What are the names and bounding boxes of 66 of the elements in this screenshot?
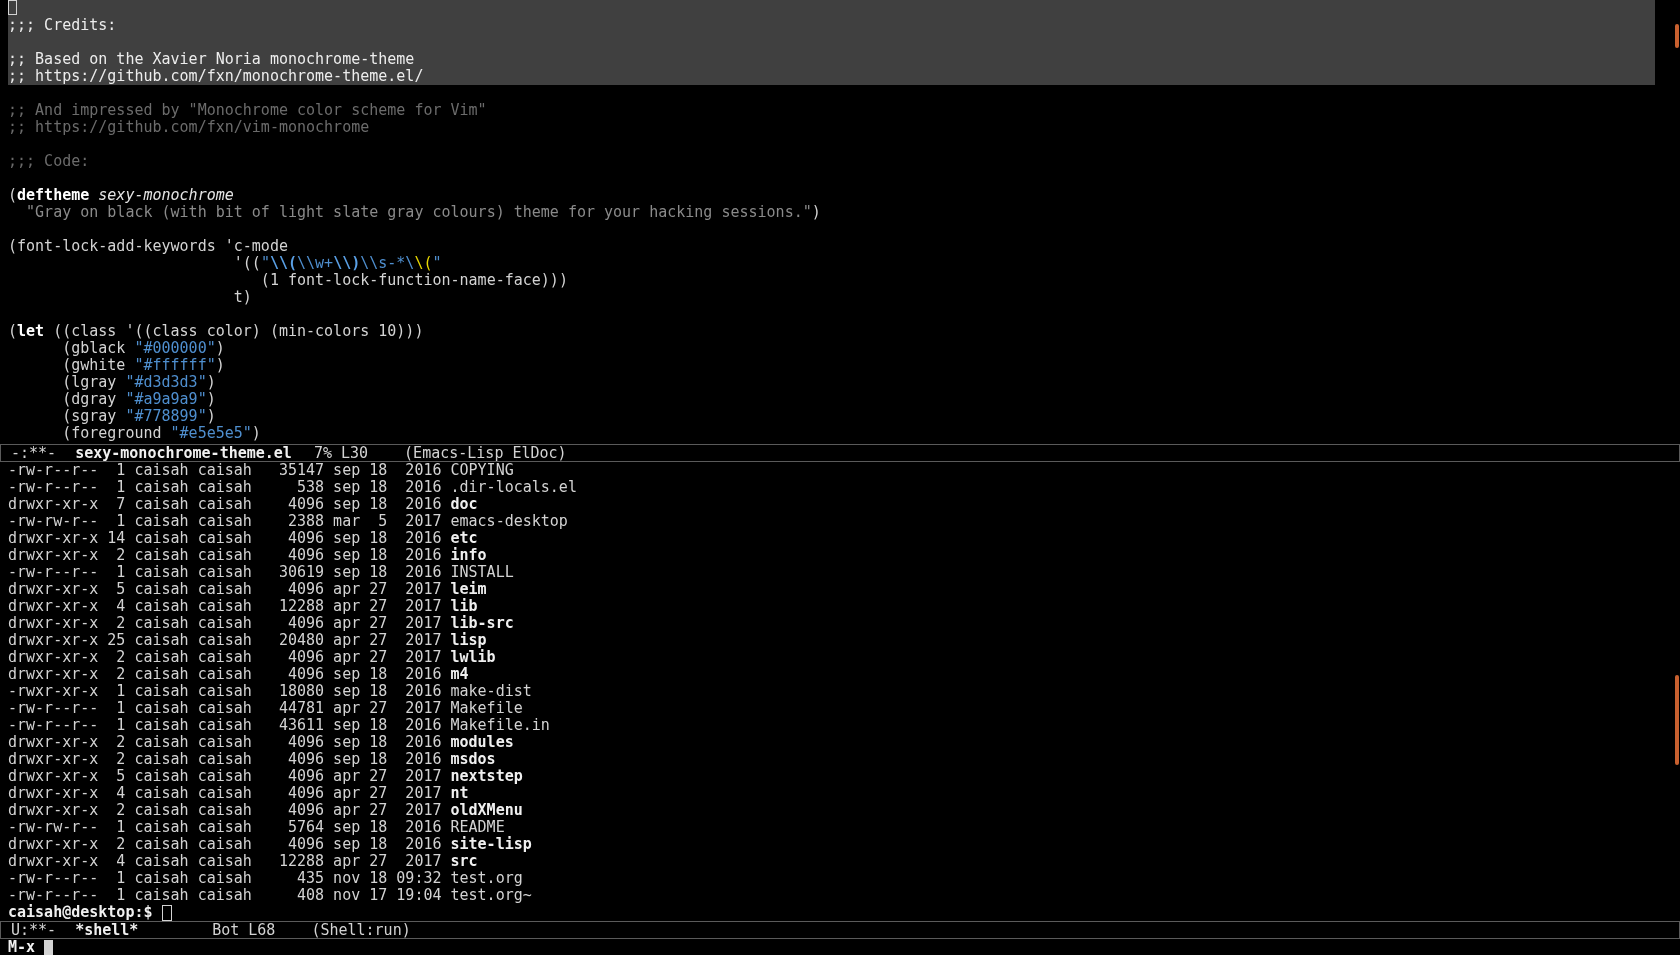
file-name: README <box>450 819 505 836</box>
file-details: drwxr-xr-x 2 caisah caisah 4096 sep 18 2016 <box>8 666 442 683</box>
file-details: drwxr-xr-x 2 caisah caisah 4096 sep 18 2016 <box>8 547 442 564</box>
file-name: INSTALL <box>450 564 514 581</box>
text-cursor <box>44 939 54 955</box>
file-details: -rw-r--r-- 1 caisah caisah 43611 sep 18 2016 <box>8 717 442 734</box>
file-details: -rw-rw-r-- 1 caisah caisah 2388 mar 5 2017 <box>8 513 442 530</box>
file-name: make-dist <box>450 683 532 700</box>
file-details: -rwxr-xr-x 1 caisah caisah 18080 sep 18 2016 <box>8 683 442 700</box>
file-name: doc <box>450 496 478 513</box>
file-name: lib <box>450 598 478 615</box>
file-name: nt <box>450 785 469 802</box>
file-details: drwxr-xr-x 7 caisah caisah 4096 sep 18 2016 <box>8 496 442 513</box>
text-cursor <box>161 904 172 921</box>
file-name: test.org <box>450 870 523 887</box>
file-name: msdos <box>450 751 496 768</box>
file-name: COPYING <box>450 462 514 479</box>
buffer-position: Bot L68 <box>212 922 276 938</box>
file-details: drwxr-xr-x 2 caisah caisah 4096 apr 27 2017 <box>8 802 442 819</box>
buffer-state: -:**- <box>11 445 57 461</box>
file-details: drwxr-xr-x 2 caisah caisah 4096 apr 27 2017 <box>8 615 442 632</box>
file-name: .dir-locals.el <box>450 479 577 496</box>
file-details: drwxr-xr-x 2 caisah caisah 4096 sep 18 2016 <box>8 734 442 751</box>
file-name: lwlib <box>450 649 496 666</box>
file-name: emacs-desktop <box>450 513 568 530</box>
file-name: Makefile.in <box>450 717 550 734</box>
file-name: Makefile <box>450 700 523 717</box>
file-details: -rw-r--r-- 1 caisah caisah 408 nov 17 19:04 <box>8 887 442 904</box>
file-details: -rw-r--r-- 1 caisah caisah 435 nov 18 09:32 <box>8 870 442 887</box>
file-details: -rw-rw-r-- 1 caisah caisah 5764 sep 18 2016 <box>8 819 442 836</box>
file-details: drwxr-xr-x 2 caisah caisah 4096 sep 18 2016 <box>8 836 442 853</box>
minibuffer-prompt: M-x <box>8 939 36 955</box>
file-name: lisp <box>450 632 487 649</box>
file-details: drwxr-xr-x 4 caisah caisah 4096 apr 27 2017 <box>8 785 442 802</box>
file-details: -rw-r--r-- 1 caisah caisah 30619 sep 18 2016 <box>8 564 442 581</box>
file-name: lib-src <box>450 615 514 632</box>
file-details: -rw-r--r-- 1 caisah caisah 538 sep 18 2016 <box>8 479 442 496</box>
file-name: test.org~ <box>450 887 532 904</box>
file-name: etc <box>450 530 478 547</box>
file-details: drwxr-xr-x 2 caisah caisah 4096 apr 27 2017 <box>8 649 442 666</box>
file-name: src <box>450 853 478 870</box>
file-details: -rw-r--r-- 1 caisah caisah 35147 sep 18 2016 <box>8 462 442 479</box>
file-name: oldXMenu <box>450 802 523 819</box>
buffer-state: U:**- <box>11 922 57 938</box>
buffer-name: *shell* <box>75 922 140 938</box>
file-details: drwxr-xr-x 2 caisah caisah 4096 sep 18 2016 <box>8 751 442 768</box>
file-details: drwxr-xr-x 5 caisah caisah 4096 apr 27 2017 <box>8 768 442 785</box>
text-cursor <box>8 0 17 15</box>
file-name: modules <box>450 734 514 751</box>
file-details: -rw-r--r-- 1 caisah caisah 44781 apr 27 2017 <box>8 700 442 717</box>
major-mode: (Shell:run) <box>311 922 411 938</box>
file-details: drwxr-xr-x 25 caisah caisah 20480 apr 27 2017 <box>8 632 442 649</box>
file-details: drwxr-xr-x 4 caisah caisah 12288 apr 27 2017 <box>8 853 442 870</box>
file-name: info <box>450 547 487 564</box>
file-name: site-lisp <box>450 836 532 853</box>
buffer-position: 7% L30 <box>313 445 369 461</box>
file-details: drwxr-xr-x 14 caisah caisah 4096 sep 18 2016 <box>8 530 442 547</box>
major-mode: (Emacs-Lisp ElDoc) <box>404 445 567 461</box>
file-name: m4 <box>450 666 469 683</box>
file-name: leim <box>450 581 487 598</box>
shell-prompt: caisah@desktop:$ <box>8 904 153 921</box>
file-details: drwxr-xr-x 5 caisah caisah 4096 apr 27 2017 <box>8 581 442 598</box>
file-details: drwxr-xr-x 4 caisah caisah 12288 apr 27 2017 <box>8 598 442 615</box>
scroll-indicator <box>1675 24 1679 48</box>
file-name: nextstep <box>450 768 523 785</box>
buffer-name: sexy-monochrome-theme.el <box>75 445 292 461</box>
